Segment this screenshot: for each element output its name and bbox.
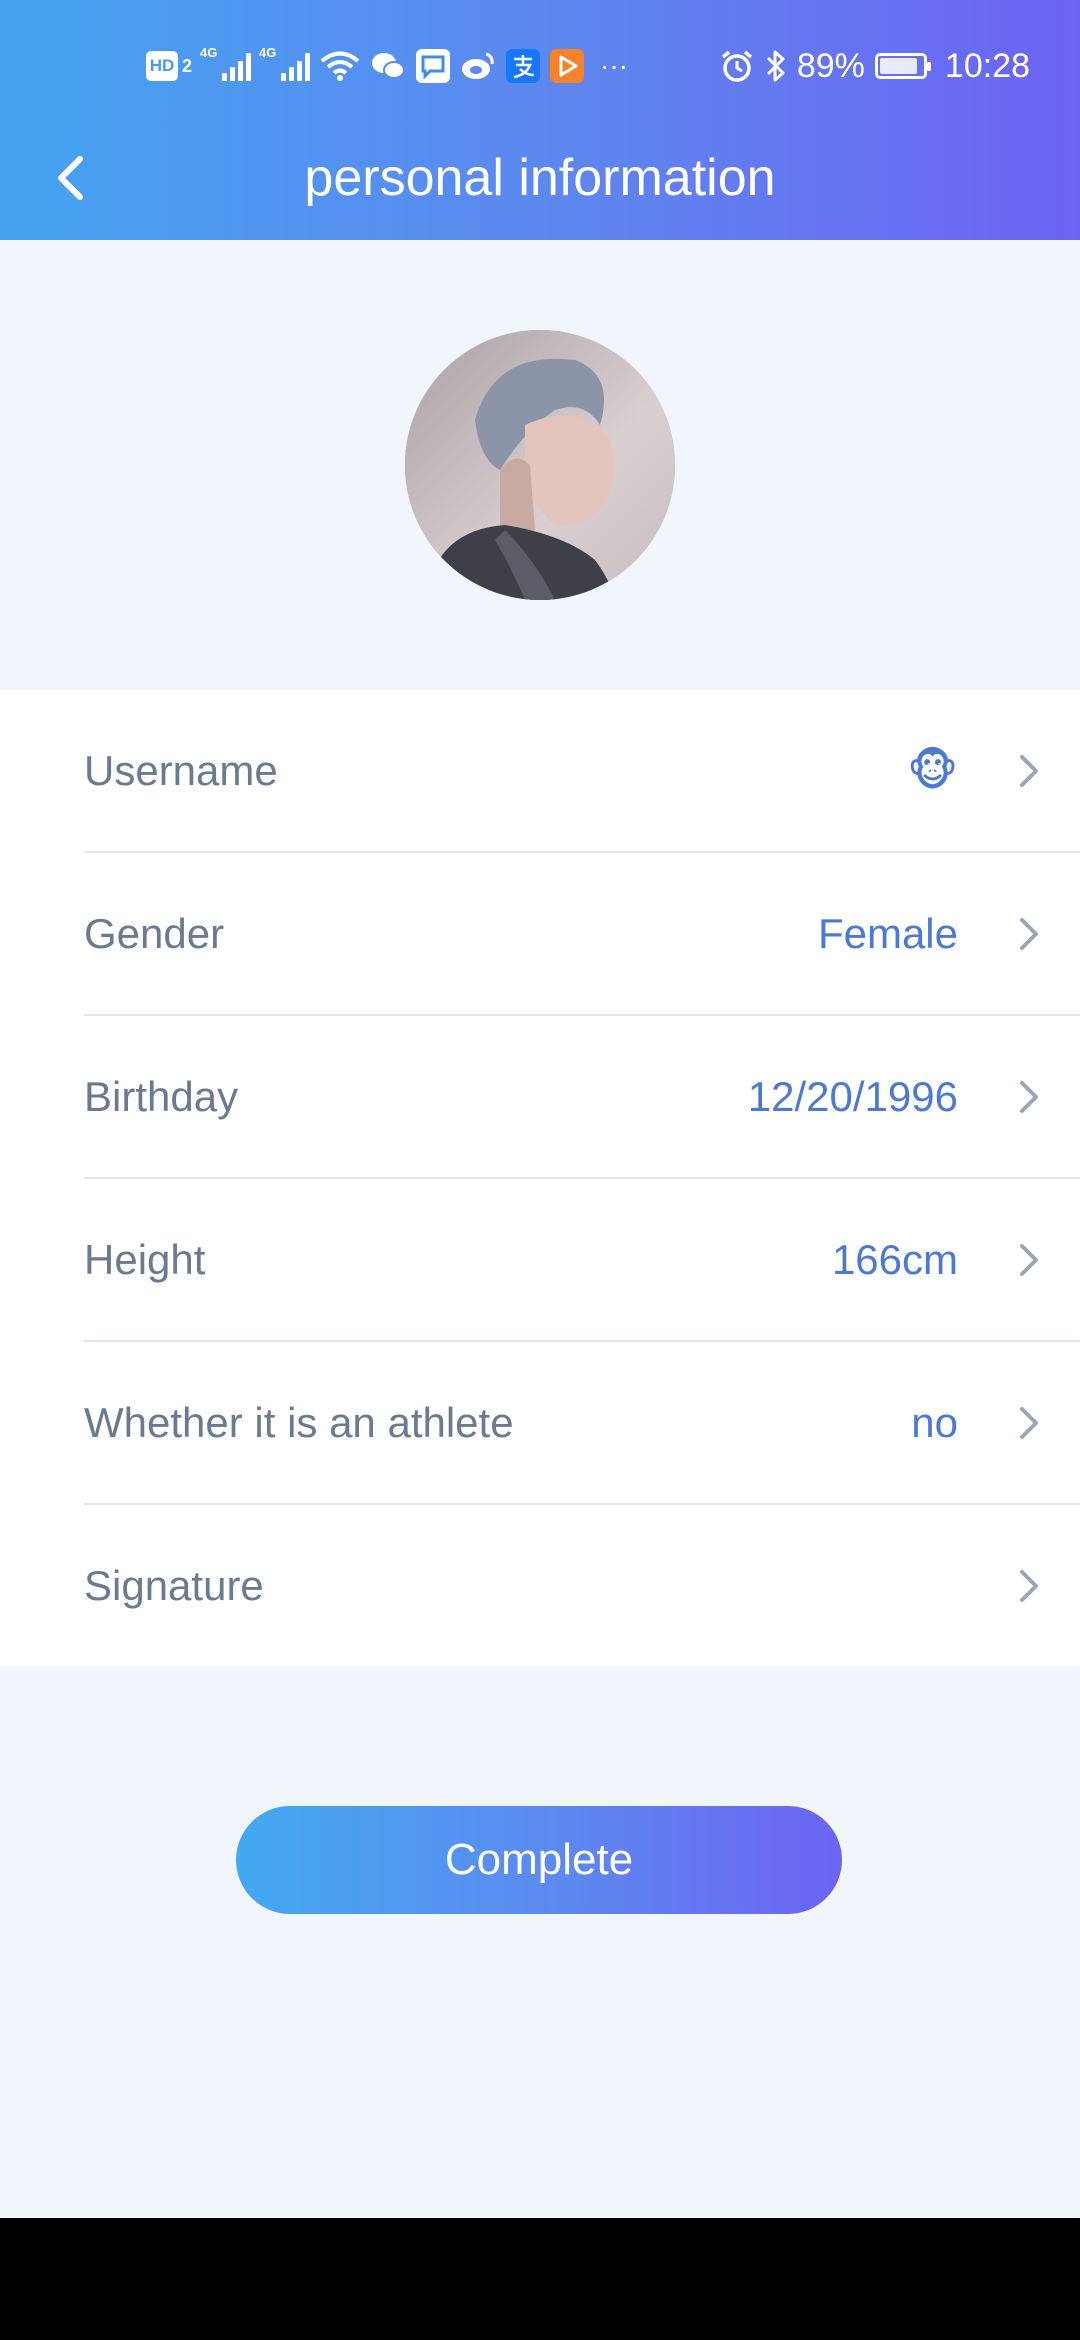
birthday-value: 12/20/1996 bbox=[747, 1072, 958, 1120]
system-navigation-bar bbox=[0, 2218, 1080, 2340]
username-label: Username bbox=[84, 746, 278, 794]
page-title: personal information bbox=[304, 149, 776, 207]
cellular-signal-icon-2: 4G bbox=[259, 45, 311, 81]
chevron-right-icon bbox=[1020, 1569, 1038, 1602]
height-row[interactable]: Height 166cm bbox=[84, 1179, 1080, 1342]
signature-label: Signature bbox=[84, 1561, 264, 1609]
wechat-icon bbox=[372, 53, 406, 79]
athlete-value: no bbox=[911, 1398, 958, 1446]
network-type-label-2: 4G bbox=[259, 45, 277, 60]
avatar[interactable] bbox=[405, 330, 675, 600]
height-label: Height bbox=[84, 1235, 206, 1283]
alarm-icon bbox=[721, 50, 752, 82]
chevron-right-icon bbox=[1020, 1080, 1038, 1113]
avatar-photo bbox=[405, 330, 675, 600]
gender-row[interactable]: Gender Female bbox=[84, 853, 1080, 1016]
signature-row[interactable]: Signature bbox=[84, 1505, 1080, 1666]
more-notifications-icon: ··· bbox=[600, 50, 628, 81]
personal-info-screen: HD 2 4G 4G ··· 89% 10:28 personal inform… bbox=[0, 0, 1080, 2340]
sim-slot-indicator: 2 bbox=[182, 55, 193, 76]
header: HD 2 4G 4G ··· 89% 10:28 personal inform… bbox=[0, 0, 1080, 240]
birthday-label: Birthday bbox=[84, 1072, 239, 1120]
athlete-row[interactable]: Whether it is an athlete no bbox=[84, 1342, 1080, 1505]
height-value: 166cm bbox=[831, 1235, 958, 1283]
hd-voice-icon: HD bbox=[146, 51, 178, 81]
status-bar-right: 89% 10:28 bbox=[719, 44, 1030, 88]
profile-info-list: Username 🐵 Gender Female Birthday 12/20/… bbox=[0, 690, 1080, 1666]
chevron-right-icon bbox=[1020, 1406, 1038, 1439]
bluetooth-icon bbox=[766, 50, 785, 82]
status-bar: HD 2 4G 4G ··· 89% 10:28 bbox=[0, 0, 1080, 132]
chevron-right-icon bbox=[1020, 754, 1038, 787]
cellular-signal-icon-1: 4G bbox=[200, 45, 252, 81]
athlete-label: Whether it is an athlete bbox=[84, 1398, 514, 1446]
complete-button[interactable]: Complete bbox=[236, 1806, 842, 1914]
battery-percent: 89% bbox=[796, 46, 865, 85]
username-row[interactable]: Username 🐵 bbox=[84, 690, 1080, 853]
birthday-row[interactable]: Birthday 12/20/1996 bbox=[84, 1016, 1080, 1179]
clock: 10:28 bbox=[944, 46, 1030, 85]
status-bar-left: HD 2 4G 4G ··· bbox=[146, 44, 628, 88]
username-value: 🐵 bbox=[907, 746, 958, 795]
network-type-label-1: 4G bbox=[200, 45, 218, 60]
gender-value: Female bbox=[817, 909, 958, 957]
avatar-section bbox=[0, 240, 1080, 690]
battery-icon bbox=[874, 53, 931, 79]
wifi-icon bbox=[320, 51, 360, 81]
battery-level-fill bbox=[879, 58, 918, 74]
chevron-right-icon bbox=[1020, 1243, 1038, 1276]
chevron-right-icon bbox=[1020, 917, 1038, 950]
gender-label: Gender bbox=[84, 909, 225, 957]
video-app-icon bbox=[550, 49, 585, 83]
weibo-icon bbox=[462, 52, 494, 79]
alipay-icon bbox=[506, 49, 541, 83]
title-bar: personal information bbox=[0, 132, 1080, 240]
qq-message-icon bbox=[416, 49, 451, 83]
